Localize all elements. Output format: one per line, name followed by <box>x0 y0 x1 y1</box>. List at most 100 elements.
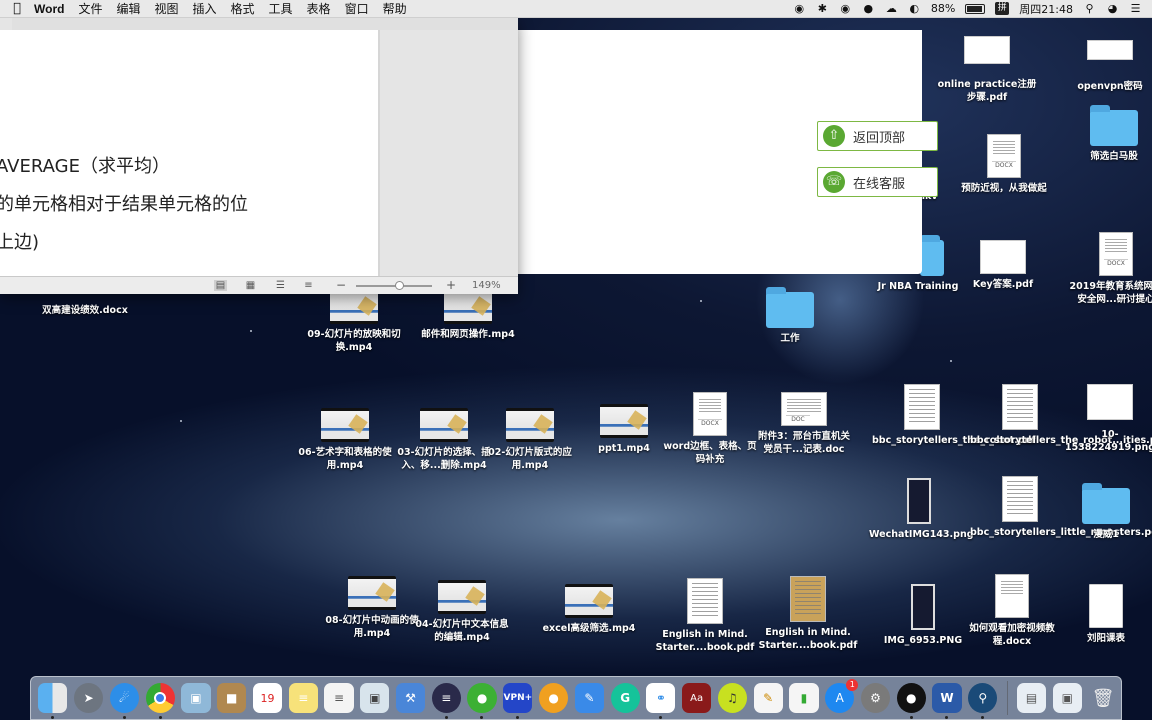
zoom-in-button[interactable]: + <box>446 278 456 292</box>
desktop-file-png[interactable]: 10-1538224919.png <box>1060 384 1152 454</box>
desktop-file-pdf[interactable]: Key答案.pdf <box>953 240 1053 291</box>
desktop-file-docx[interactable]: 如何观看加密视频教程.docx <box>962 574 1062 648</box>
desktop-file[interactable]: 刘阳课表 <box>1056 584 1152 645</box>
desktop-file-video[interactable]: 03-幻灯片的选择、插入、移...删除.mp4 <box>394 408 494 472</box>
input-method-icon[interactable]: 拼 <box>995 2 1010 15</box>
desktop-file-pdf[interactable]: online practice注册步骤.pdf <box>937 36 1037 104</box>
desktop-file-video[interactable]: 04-幻灯片中文本信息的编辑.mp4 <box>412 580 512 644</box>
cloud-icon[interactable]: ☁ <box>885 2 898 15</box>
desktop-file-video[interactable]: excel高级筛选.mp4 <box>539 584 639 635</box>
notes-icon[interactable]: ≡ <box>288 683 318 713</box>
menu-tools[interactable]: 工具 <box>269 0 293 17</box>
desktop-file-pdf[interactable]: English in Mind. Starter....book.pdf <box>758 576 858 652</box>
menu-insert[interactable]: 插入 <box>193 0 217 17</box>
desktop-file-docx[interactable]: DOCX 预防近视，从我做起 <box>954 134 1054 195</box>
desktop-file-docx[interactable]: DOCX 2019年教育系统网络安全网...研讨提心 <box>1066 232 1152 306</box>
desktop-file[interactable]: openvpn密码 <box>1060 40 1152 93</box>
focus-view-icon[interactable]: ≡ <box>302 280 315 291</box>
desktop-file-video[interactable]: 邮件和网页操作.mp4 <box>418 290 518 341</box>
menu-table[interactable]: 表格 <box>307 0 331 17</box>
numbers-icon[interactable]: ▮ <box>789 683 819 713</box>
desktop-file-pdf[interactable]: bbc_storytellers_the_robot.pdf <box>872 384 1036 447</box>
quicktime-icon[interactable]: ⚲ <box>968 683 998 719</box>
zoom-percentage[interactable]: 149% <box>472 280 501 291</box>
finder-icon[interactable] <box>38 683 68 719</box>
desktop-file-pdf[interactable]: bbc_storytellers_the_robot...ities.pdf <box>970 384 1152 447</box>
chrome-icon[interactable] <box>145 683 175 719</box>
record-icon[interactable]: ◉ <box>793 2 806 15</box>
preview-icon[interactable]: ▣ <box>181 683 211 713</box>
menu-window[interactable]: 窗口 <box>345 0 369 17</box>
folder-icon <box>766 287 814 328</box>
online-service-button[interactable]: ☏ 在线客服 <box>817 167 938 197</box>
eclipse-icon[interactable]: ≡ <box>431 683 461 719</box>
desktop-folder[interactable]: 漫威1 <box>1056 483 1152 541</box>
baidu-netdisk-icon[interactable]: ⚭ <box>646 683 676 719</box>
spotlight-search-icon[interactable]: ⚲ <box>1083 2 1096 15</box>
desktop-file-video[interactable]: 02-幻灯片版式的应用.mp4 <box>480 408 580 472</box>
pdf-file-icon <box>687 578 723 624</box>
video-thumbnail-icon <box>444 290 492 324</box>
dictionary-icon[interactable]: Aa <box>682 683 712 713</box>
image-file-icon <box>907 478 931 524</box>
qq-icon[interactable]: ● <box>896 683 926 719</box>
desktop-file-video[interactable]: ppt1.mp4 <box>574 404 674 455</box>
downloads-stack-icon[interactable]: ▣ <box>1052 683 1082 713</box>
battery-icon[interactable] <box>965 3 986 14</box>
reminders-icon[interactable]: ≡ <box>324 683 354 713</box>
menu-format[interactable]: 格式 <box>231 0 255 17</box>
video-thumbnail-icon <box>506 408 554 442</box>
desktop-file-doc[interactable]: DOC 附件3：邢台市直机关党员干...记表.doc <box>754 392 854 456</box>
documents-stack-icon[interactable]: ▤ <box>1016 683 1047 713</box>
photo-viewer-icon[interactable]: ▣ <box>360 683 390 713</box>
menu-file[interactable]: 文件 <box>78 0 102 17</box>
user-avatar-icon[interactable]: ◕ <box>1106 2 1119 15</box>
folder-icon <box>1090 105 1138 146</box>
keyhole-icon[interactable]: ● <box>539 683 569 713</box>
xcode-icon[interactable]: ⚒ <box>395 683 426 713</box>
calendar-icon[interactable]: 19 <box>252 683 283 713</box>
desktop-file-png[interactable]: WechatIMG143.png <box>869 478 974 541</box>
desktop-file-pdf[interactable]: bbc_storytellers_little_monsters.pdf <box>970 476 1152 539</box>
notification-center-icon[interactable]: ☰ <box>1129 2 1142 15</box>
vpn-icon[interactable]: VPN+ <box>503 683 533 719</box>
draft-view-icon[interactable]: ▤ <box>214 280 227 291</box>
menu-view[interactable]: 视图 <box>154 0 178 17</box>
app-menu[interactable]: Word <box>34 2 64 16</box>
menu-edit[interactable]: 编辑 <box>116 0 140 17</box>
zoom-out-button[interactable]: − <box>336 278 346 292</box>
trash-icon[interactable]: 🗑 <box>1088 683 1117 713</box>
desktop-file-video[interactable]: 09-幻灯片的放映和切换.mp4 <box>304 290 404 354</box>
clock[interactable]: 周四21:48 <box>1019 1 1073 17</box>
word-icon[interactable]: W <box>932 683 962 719</box>
apple-menu-icon[interactable]:  <box>0 1 34 16</box>
desktop-file-video[interactable]: 06-艺术字和表格的使用.mp4 <box>295 408 395 472</box>
desktop-file-docx[interactable]: DOCX word边框、表格、页码补充 <box>660 392 760 466</box>
safari-icon[interactable]: ☄ <box>109 683 139 719</box>
app-store-icon[interactable]: A1 <box>825 679 859 713</box>
doc-line-2: 的单元格相对于结果单元格的位 <box>0 194 248 215</box>
desktop-folder[interactable]: 筛选白马股 <box>1064 105 1152 163</box>
desktop-file-png[interactable]: IMG_6953.PNG <box>873 584 973 647</box>
pages-icon[interactable]: ✎ <box>753 683 783 713</box>
document-page[interactable]: AVERAGE（求平均） 的单元格相对于结果单元格的位 上边) <box>0 30 378 276</box>
bluetooth-icon[interactable]: ✱ <box>816 2 829 15</box>
desktop-folder[interactable]: 工作 <box>740 287 840 345</box>
system-preferences-icon[interactable]: ⚙ <box>860 683 891 713</box>
menu-help[interactable]: 帮助 <box>383 0 407 17</box>
wechat-icon[interactable]: ● <box>862 2 875 15</box>
desktop-file-pdf[interactable]: English in Mind. Starter....book.pdf <box>655 578 755 654</box>
zoom-slider-thumb[interactable] <box>394 281 404 290</box>
launchpad-icon[interactable]: ➤ <box>74 683 104 713</box>
wifi-icon[interactable]: ◐ <box>908 2 921 15</box>
outline-view-icon[interactable]: ☰ <box>274 280 287 291</box>
desktop-file-video[interactable]: 08-幻灯片中动画的使用.mp4 <box>322 576 422 640</box>
grammarly-icon[interactable]: G <box>610 683 640 713</box>
contacts-icon[interactable]: ■ <box>217 683 247 713</box>
print-layout-icon[interactable]: ▦ <box>244 280 257 291</box>
pencil-app-icon[interactable]: ✎ <box>574 683 604 713</box>
wechat-icon[interactable]: ● <box>467 683 497 719</box>
music-app-icon[interactable]: ♫ <box>717 683 748 713</box>
back-to-top-button[interactable]: ⇧ 返回顶部 <box>817 121 938 151</box>
headphones-icon[interactable]: ◉ <box>839 2 852 15</box>
